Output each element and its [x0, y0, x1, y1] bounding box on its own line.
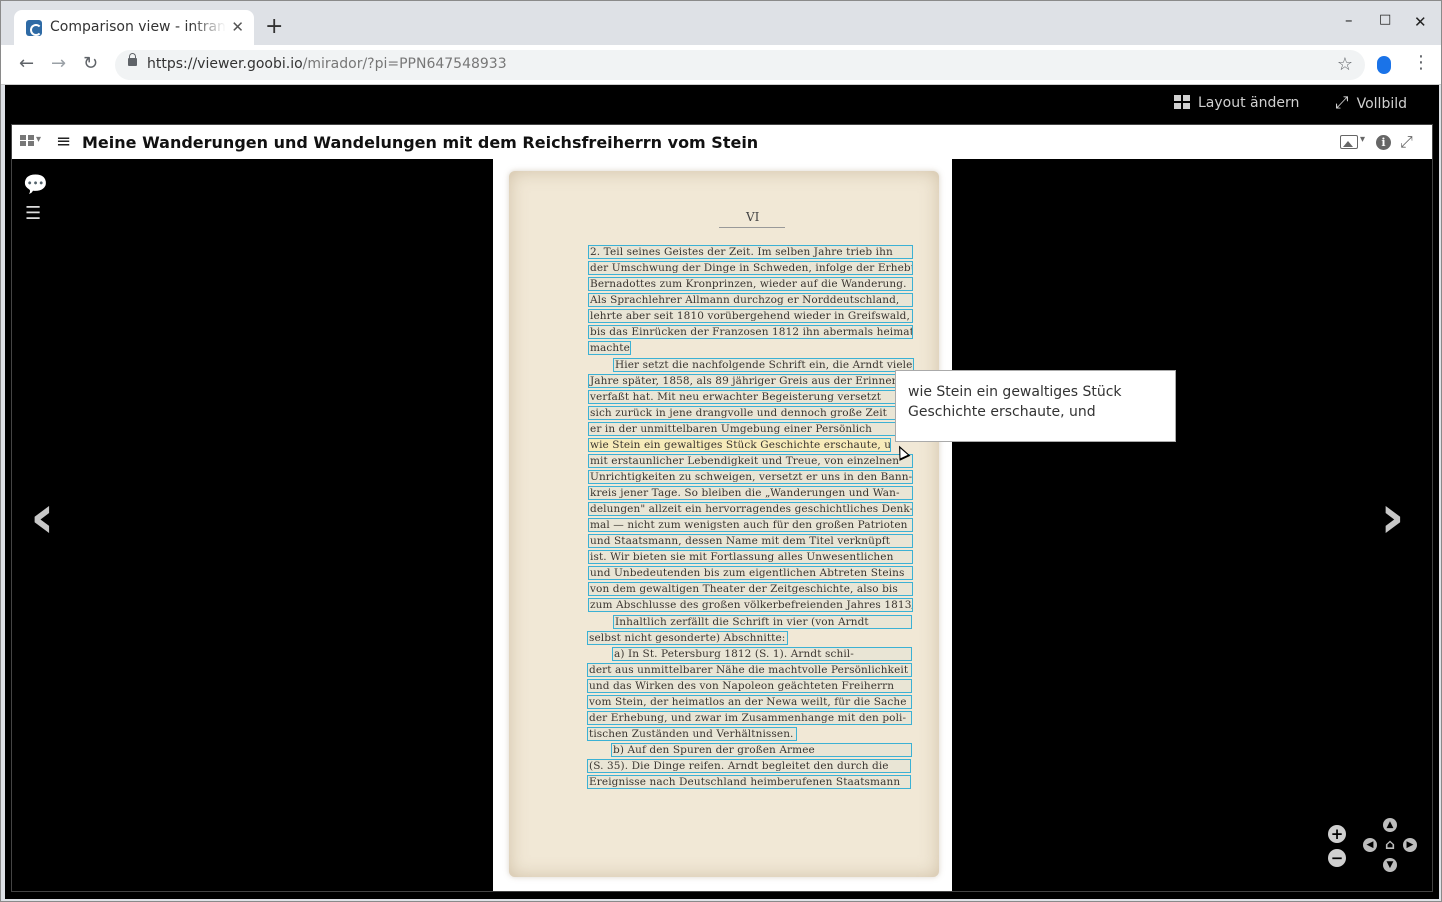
ocr-line[interactable]: dert aus unmittelbarer Nähe die machtvol… — [587, 663, 912, 677]
favicon-icon — [26, 20, 42, 36]
ocr-line[interactable]: (S. 35). Die Dinge reifen. Arndt begleit… — [587, 759, 911, 773]
pan-left-icon[interactable]: ◀ — [1363, 838, 1377, 852]
page-image[interactable]: VI 2. Teil seines Geistes der Zeit. Im s… — [493, 159, 952, 891]
minimize-button[interactable]: – — [1345, 11, 1353, 29]
zoom-out-icon[interactable]: − — [1328, 849, 1346, 867]
ocr-line[interactable]: mal — nicht zum wenigsten auch für den g… — [588, 518, 913, 532]
ocr-line-hovered[interactable]: wie Stein ein gewaltiges Stück Geschicht… — [588, 438, 891, 452]
browser-tab[interactable]: Comparison view - intranda ✕ — [14, 10, 254, 45]
annotations-comments-icon[interactable]: 💬 — [23, 172, 48, 196]
ocr-line[interactable]: tischen Zuständen und Verhältnissen. — [587, 727, 797, 741]
page-number-rule — [719, 227, 785, 228]
url-text[interactable]: https://viewer.goobi.io/mirador/?pi=PPN6… — [147, 56, 507, 72]
viewer-window: ≡ Meine Wanderungen und Wandelungen mit … — [11, 124, 1433, 892]
previous-page-arrow-icon[interactable]: ‹ — [30, 487, 55, 547]
ocr-line[interactable]: kreis jener Tage. So bleiben die „Wander… — [588, 486, 913, 500]
window-title: Meine Wanderungen und Wandelungen mit de… — [82, 133, 759, 152]
page-number: VI — [746, 210, 760, 224]
zoom-in-icon[interactable]: + — [1328, 825, 1346, 843]
ocr-line[interactable]: Jahre später, 1858, als 89 jähriger Grei… — [588, 374, 896, 388]
change-layout-button[interactable]: Layout ändern — [1174, 95, 1299, 111]
window-header: ≡ Meine Wanderungen und Wandelungen mit … — [12, 125, 1432, 159]
pan-up-icon[interactable]: ▲ — [1383, 818, 1397, 832]
browser-window: Comparison view - intranda ✕ + – □ ✕ ← →… — [0, 0, 1442, 902]
mirador-topbar: Layout ändern ⤢ Vollbild — [5, 85, 1439, 121]
browser-toolbar: ← → ↻ https://viewer.goobi.io/mirador/?p… — [1, 45, 1441, 85]
browser-menu-icon[interactable]: ⋮ — [1412, 52, 1430, 73]
ocr-line[interactable]: er in der unmittelbaren Umgebung einer P… — [588, 422, 896, 436]
window-layout-icon[interactable] — [20, 134, 42, 149]
window-expand-icon[interactable]: ⤢ — [1400, 132, 1413, 152]
ocr-line[interactable]: der Erhebung, und zwar im Zusammenhange … — [587, 711, 912, 725]
pan-right-icon[interactable]: ▶ — [1403, 838, 1417, 852]
ocr-line[interactable]: mit erstaunlicher Lebendigkeit und Treue… — [588, 454, 913, 468]
next-page-arrow-icon[interactable]: › — [1380, 487, 1405, 547]
ocr-line[interactable]: Inhaltlich zerfällt die Schrift in vier … — [613, 615, 912, 629]
tab-title: Comparison view - intranda — [50, 19, 226, 35]
tooltip-line-1: wie Stein ein gewaltiges Stück — [908, 384, 1122, 400]
ocr-line[interactable]: Bernadottes zum Kronprinzen, wieder auf … — [588, 277, 913, 291]
chevron-down-icon[interactable]: ▾ — [1360, 134, 1365, 145]
ocr-line[interactable]: b) Auf den Spuren der großen Armee — [611, 743, 912, 757]
lock-icon — [128, 53, 137, 66]
forward-arrow-icon[interactable]: → — [51, 53, 66, 74]
image-adjust-sliders-icon[interactable]: ☰ — [25, 203, 41, 224]
address-bar[interactable]: https://viewer.goobi.io/mirador/?pi=PPN6… — [115, 50, 1365, 80]
ocr-line[interactable]: ist. Wir bieten sie mit Fortlassung alle… — [588, 550, 913, 564]
ocr-line[interactable]: und Unbedeutenden bis zum eigentlichen A… — [588, 566, 913, 580]
maximize-button[interactable]: □ — [1379, 12, 1391, 27]
ocr-line[interactable]: Ereignisse nach Deutschland heimberufene… — [587, 775, 911, 789]
ocr-line[interactable]: delungen" allzeit ein hervorragendes ges… — [588, 502, 913, 516]
layout-grid-icon — [1174, 95, 1190, 109]
ocr-line[interactable]: selbst nicht gesonderte) Abschnitte: — [587, 631, 788, 645]
tab-strip: Comparison view - intranda ✕ + – □ ✕ — [1, 1, 1441, 45]
new-tab-button[interactable]: + — [265, 14, 283, 39]
tab-close-icon[interactable]: ✕ — [231, 18, 244, 36]
hamburger-menu-icon[interactable]: ≡ — [56, 131, 71, 152]
ocr-line[interactable]: zum Abschlusse des großen völkerbefreien… — [588, 598, 913, 612]
ocr-line[interactable]: 2. Teil seines Geistes der Zeit. Im selb… — [588, 245, 913, 259]
expand-icon: ⤢ — [1335, 93, 1349, 113]
close-window-button[interactable]: ✕ — [1414, 13, 1427, 31]
reload-icon[interactable]: ↻ — [83, 53, 98, 74]
ocr-line[interactable]: a) In St. Petersburg 1812 (S. 1). Arndt … — [612, 647, 912, 661]
mirador-app: Layout ändern ⤢Vollbild ≡ Meine Wanderun… — [5, 85, 1439, 899]
ocr-line[interactable]: Hier setzt die nachfolgende Schrift ein,… — [613, 358, 914, 372]
ocr-tooltip: wie Stein ein gewaltiges Stück Geschicht… — [895, 370, 1176, 442]
ocr-line[interactable]: vom Stein, der heimatlos an der Newa wei… — [587, 695, 912, 709]
fullscreen-button[interactable]: ⤢ Vollbild — [1335, 93, 1407, 113]
ocr-line[interactable]: von dem gewaltigen Theater der Zeitgesch… — [588, 582, 913, 596]
tooltip-line-2: Geschichte erschaute, und — [908, 404, 1096, 420]
ocr-line[interactable]: Als Sprachlehrer Allmann durchzog er Nor… — [588, 293, 913, 307]
back-arrow-icon[interactable]: ← — [19, 53, 34, 74]
home-reset-icon[interactable]: ⌂ — [1383, 838, 1397, 852]
extension-icon[interactable] — [1377, 56, 1391, 74]
image-view-icon[interactable] — [1340, 135, 1358, 149]
info-icon[interactable]: i — [1376, 135, 1391, 150]
ocr-line[interactable]: verfaßt hat. Mit neu erwachter Begeister… — [588, 390, 896, 404]
ocr-line[interactable]: lehrte aber seit 1810 vorübergehend wied… — [588, 309, 913, 323]
bookmark-star-icon[interactable]: ☆ — [1337, 54, 1353, 75]
ocr-line[interactable]: bis das Einrücken der Franzosen 1812 ihn… — [588, 325, 913, 339]
pan-down-icon[interactable]: ▼ — [1383, 858, 1397, 872]
ocr-line[interactable]: und das Wirken des von Napoleon geächtet… — [587, 679, 912, 693]
ocr-line[interactable]: Unrichtigkeiten zu schweigen, versetzt e… — [588, 470, 913, 484]
ocr-line[interactable]: machte. — [588, 341, 631, 355]
ocr-line[interactable]: der Umschwung der Dinge in Schweden, inf… — [588, 261, 913, 275]
ocr-line[interactable]: und Staatsmann, dessen Name mit dem Tite… — [588, 534, 913, 548]
ocr-line[interactable]: sich zurück in jene drangvolle und denno… — [588, 406, 896, 420]
